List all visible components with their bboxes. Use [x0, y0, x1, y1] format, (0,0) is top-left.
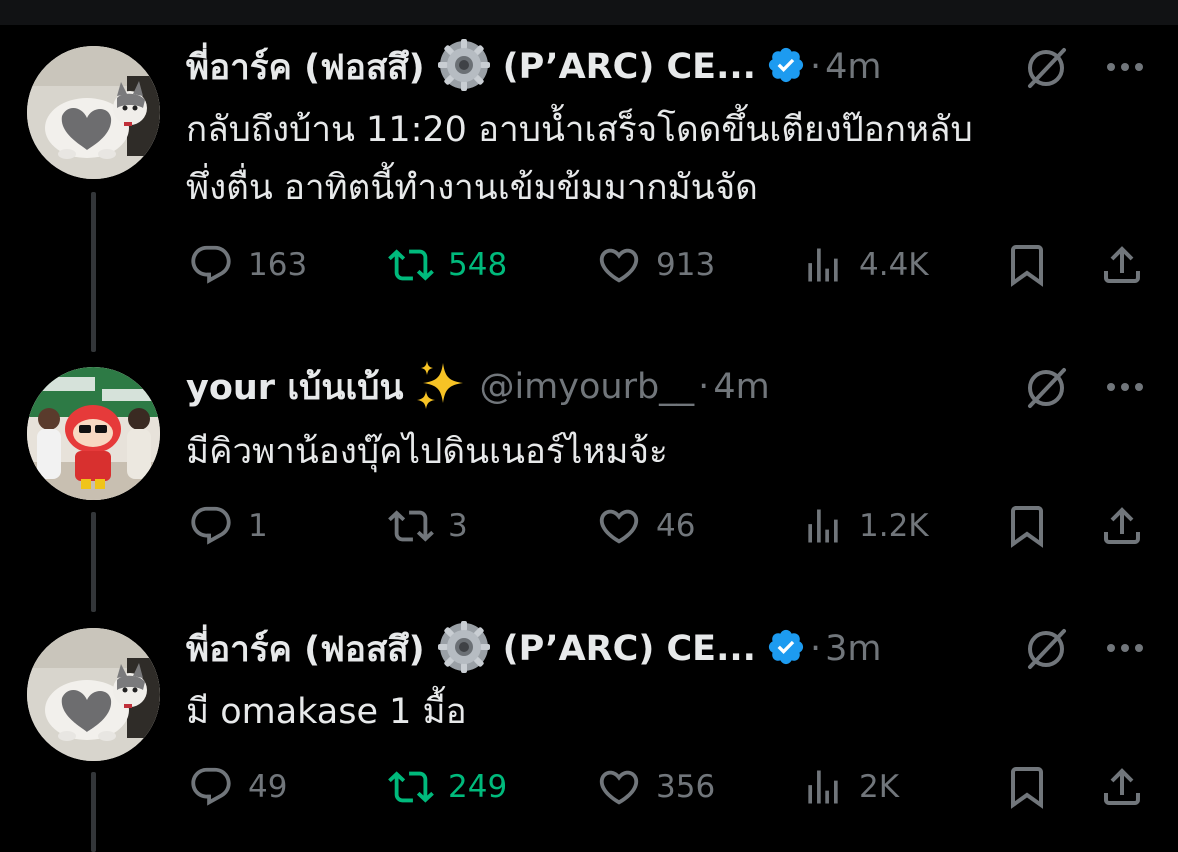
display-name[interactable]: พี่อาร์ค (ฟอสสึ)	[186, 622, 425, 677]
repost-icon	[388, 771, 434, 803]
like-button[interactable]: 356	[596, 761, 715, 813]
verified-badge-icon	[766, 627, 806, 671]
repost-button[interactable]: 249	[388, 761, 507, 813]
gear-emoji-icon	[435, 618, 493, 680]
cat-avatar-image	[27, 628, 160, 761]
avatar[interactable]	[27, 628, 160, 761]
views-button[interactable]: 2K	[801, 761, 899, 813]
timestamp[interactable]: 3m	[825, 629, 881, 669]
display-name-suffix[interactable]: (P’ARC) CE...	[503, 629, 756, 669]
tweet[interactable]: พี่อาร์ค (ฟอสสึ) (P’ARC) CE...	[0, 0, 1178, 852]
views-icon	[808, 770, 838, 804]
repost-count: 249	[448, 769, 508, 805]
tweet-text-line: มี omakase 1 มื้อ	[186, 692, 467, 732]
separator: ·	[809, 629, 822, 669]
tweet-header: พี่อาร์ค (ฟอสสึ) (P’ARC) CE...	[186, 621, 882, 677]
share-icon	[1104, 768, 1140, 805]
tweet-actions: 49 249 356 2K	[0, 761, 1178, 813]
like-icon	[599, 770, 639, 805]
more-icon[interactable]	[1100, 623, 1150, 673]
reply-icon	[191, 767, 231, 806]
bookmark-button[interactable]	[1003, 761, 1051, 813]
reply-button[interactable]: 49	[188, 761, 287, 813]
share-button[interactable]	[1098, 761, 1146, 813]
view-count: 2K	[859, 769, 900, 805]
grok-icon[interactable]	[1020, 623, 1072, 675]
like-count: 356	[656, 769, 716, 805]
reply-count: 49	[248, 769, 288, 805]
tweet-text: มี omakase 1 มื้อ	[186, 683, 1146, 741]
bookmark-icon	[1011, 767, 1043, 809]
